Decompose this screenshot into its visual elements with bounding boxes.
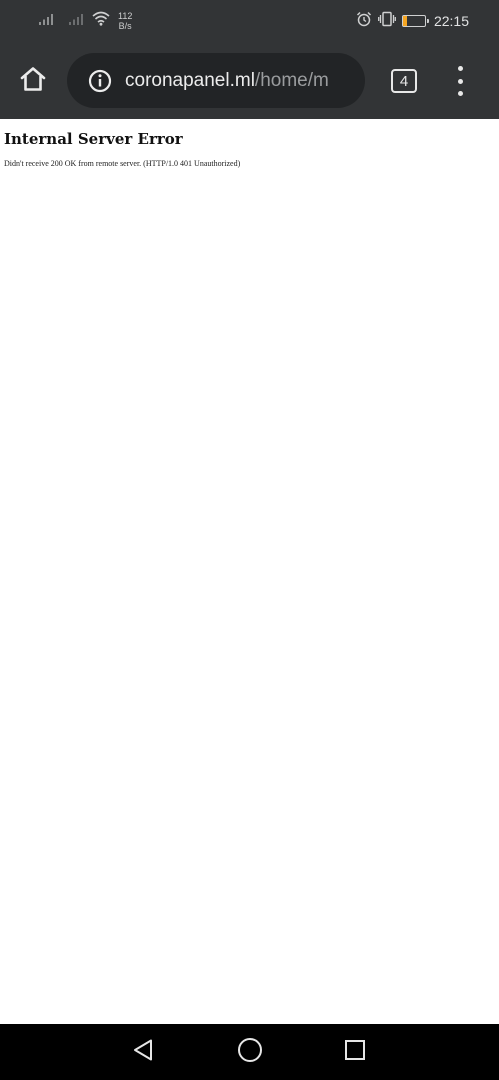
network-speed-unit: B/s <box>118 21 132 31</box>
home-nav-button[interactable] <box>235 1037 265 1068</box>
back-button[interactable] <box>128 1038 158 1066</box>
signal-icon <box>68 12 84 31</box>
error-message: Didn't receive 200 OK from remote server… <box>4 159 241 168</box>
more-options-button[interactable] <box>448 66 472 96</box>
page-title: Internal Server Error <box>4 130 183 148</box>
home-circle-icon <box>237 1037 263 1068</box>
more-vert-icon <box>457 91 463 96</box>
url-bar[interactable]: coronapanel.ml/home/m <box>67 53 365 108</box>
url-path: /home/m <box>254 69 329 91</box>
network-speed-value: 112 <box>118 11 133 21</box>
info-icon[interactable] <box>87 68 113 94</box>
tab-count: 4 <box>399 72 409 90</box>
battery-icon: 19 <box>401 15 429 27</box>
home-button[interactable] <box>14 62 52 100</box>
url-domain: coronapanel.ml <box>125 69 255 91</box>
alarm-icon <box>356 11 372 32</box>
status-time: 22:15 <box>433 13 469 29</box>
status-left-group: 112 B/s <box>38 8 132 34</box>
more-vert-icon <box>457 78 463 84</box>
back-icon <box>132 1038 154 1067</box>
battery-level: 19 <box>408 16 419 26</box>
more-vert-icon <box>457 66 463 71</box>
url-text[interactable]: coronapanel.ml/home/m <box>125 70 353 92</box>
recents-icon <box>344 1039 366 1066</box>
web-page-content: Internal Server Error Didn't receive 200… <box>0 119 499 1024</box>
recents-button[interactable] <box>340 1038 370 1066</box>
battery-fill <box>402 16 408 26</box>
wifi-icon <box>92 11 110 31</box>
signal-icon <box>38 12 54 31</box>
browser-toolbar: coronapanel.ml/home/m 4 <box>0 42 499 119</box>
status-right-group: 19 22:15 <box>356 9 469 33</box>
network-speed: 112 B/s <box>118 11 132 31</box>
vibrate-icon <box>378 11 396 32</box>
tabs-button[interactable]: 4 <box>391 69 417 93</box>
navigation-bar <box>0 1024 499 1080</box>
home-icon <box>19 66 47 97</box>
status-bar: 112 B/s 19 22:15 <box>0 0 499 42</box>
